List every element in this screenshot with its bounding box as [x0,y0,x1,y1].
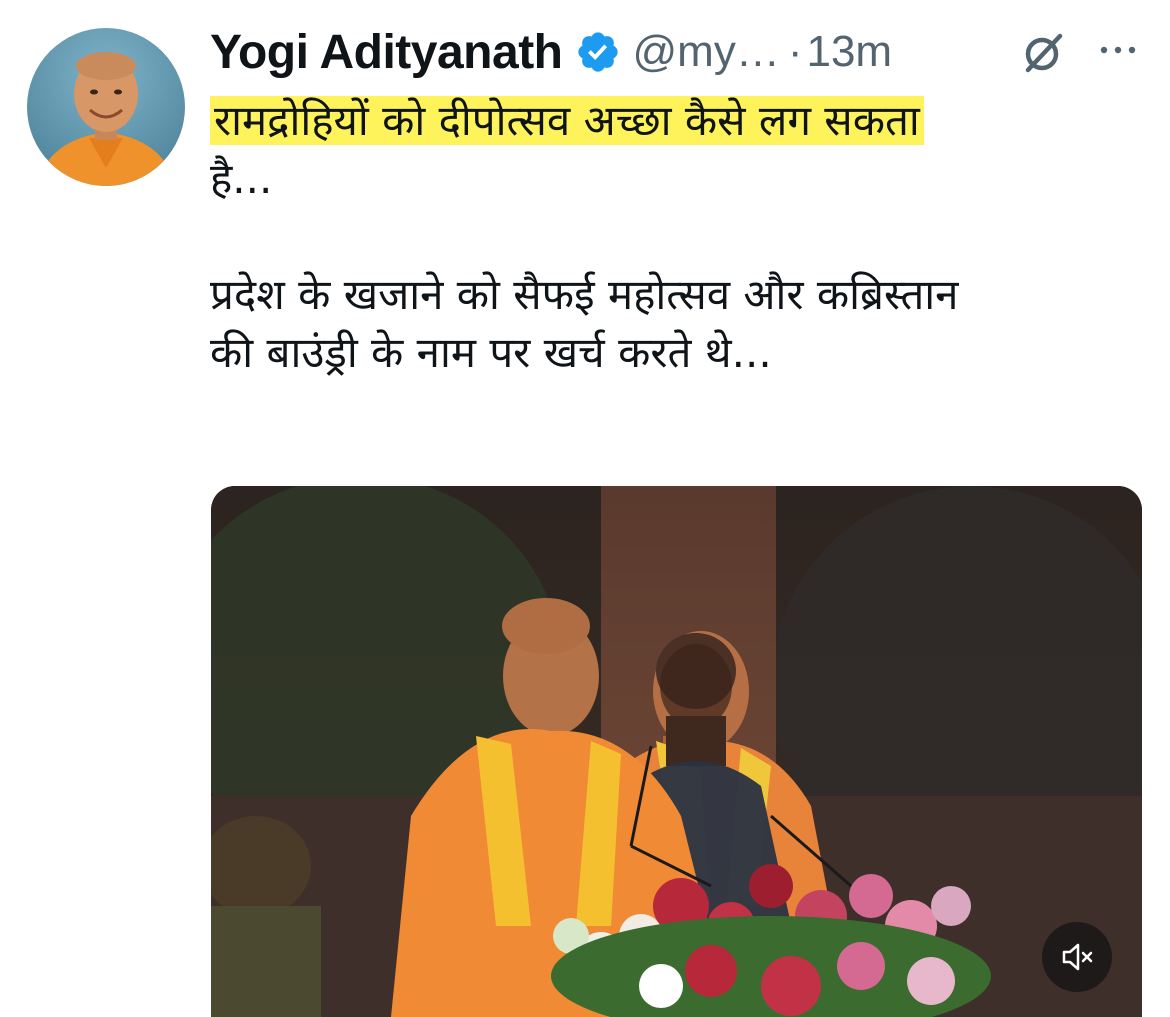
avatar-photo [27,28,185,186]
grok-icon[interactable] [1020,28,1068,76]
tweet-text-line: है... [210,154,273,203]
tweet-header: Yogi Adityanath @my… · 13m [210,22,1145,82]
speaker-muted-icon [1062,943,1093,971]
avatar[interactable] [27,28,185,186]
separator-dot: · [787,27,803,76]
tweet-text: रामद्रोहियों को दीपोत्सव अच्छा कैसे लग स… [210,92,1145,382]
timestamp[interactable]: 13m [806,27,892,77]
tweet-text-line: की बाउंड्री के नाम पर खर्च करते थे... [210,328,772,377]
author-handle[interactable]: @my… [633,27,780,77]
verified-badge-icon [575,29,621,75]
author-display-name[interactable]: Yogi Adityanath [210,25,563,80]
highlighted-text: रामद्रोहियों को दीपोत्सव अच्छा कैसे लग स… [210,96,924,145]
more-options-icon[interactable] [1098,36,1138,64]
mute-button[interactable] [1042,922,1112,992]
tweet-text-line: रामद्रोहियों को दीपोत्सव अच्छा कैसे लग स… [210,92,1145,150]
video-player[interactable] [211,486,1142,1017]
video-frame [211,486,1142,1017]
tweet-text-line: प्रदेश के खजाने को सैफई महोत्सव और कब्रि… [210,270,959,319]
